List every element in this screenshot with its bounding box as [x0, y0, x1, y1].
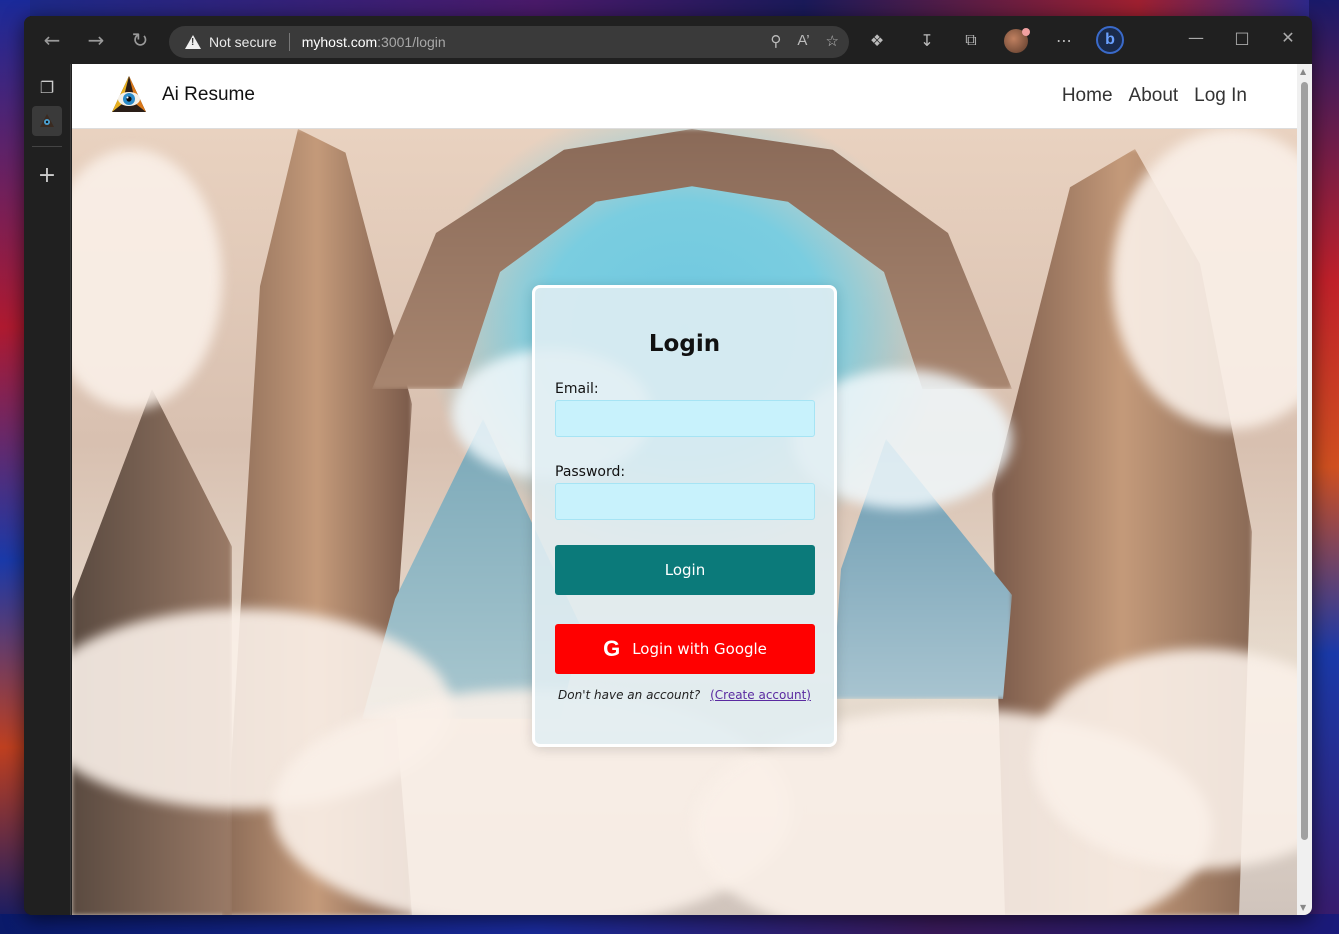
- password-label: Password:: [555, 464, 626, 480]
- google-login-label: Login with Google: [632, 640, 767, 658]
- warning-icon: [185, 35, 201, 49]
- more-options-icon[interactable]: ⋯: [1054, 30, 1074, 50]
- bing-icon[interactable]: b: [1096, 26, 1124, 54]
- back-icon[interactable]: ←: [41, 28, 63, 52]
- signup-prompt: Don't have an account? (Create account): [535, 688, 834, 702]
- google-icon: G: [603, 636, 621, 661]
- sidebar-divider: [32, 146, 62, 147]
- nav-login-link[interactable]: Log In: [1194, 85, 1247, 107]
- google-login-button[interactable]: G Login with Google: [555, 624, 815, 674]
- create-account-link[interactable]: (Create account): [710, 688, 811, 702]
- site-header: Ai Resume Home About Log In: [72, 64, 1297, 129]
- url-host: myhost.com: [301, 34, 378, 50]
- new-tab-icon[interactable]: +: [32, 160, 62, 190]
- email-label: Email:: [555, 381, 599, 397]
- login-card: Login Email: Password: Login G Login wit…: [532, 285, 837, 747]
- refresh-icon[interactable]: ↻: [129, 28, 151, 52]
- url-path: :3001/login: [377, 34, 446, 50]
- address-divider: [288, 33, 290, 51]
- scroll-up-icon[interactable]: ▲: [1300, 67, 1306, 76]
- eye-logo-icon[interactable]: [110, 74, 148, 116]
- downloads-icon[interactable]: ↧: [917, 30, 937, 50]
- eye-logo-icon: [40, 114, 54, 127]
- login-title: Login: [648, 331, 721, 357]
- password-field[interactable]: [555, 483, 815, 520]
- site-brand[interactable]: Ai Resume: [162, 84, 255, 106]
- cloud: [72, 149, 222, 409]
- close-icon[interactable]: ✕: [1276, 28, 1300, 47]
- tab-actions-icon[interactable]: ❐: [32, 72, 62, 102]
- email-field[interactable]: [555, 400, 815, 437]
- nav-home-link[interactable]: Home: [1062, 85, 1113, 107]
- site-nav: Home About Log In: [1062, 85, 1247, 107]
- favorite-add-icon[interactable]: ☆: [826, 32, 839, 50]
- maximize-icon[interactable]: □: [1230, 28, 1254, 47]
- login-button-label: Login: [664, 561, 706, 579]
- no-account-text: Don't have an account?: [558, 688, 701, 702]
- active-tab-favicon[interactable]: [32, 106, 62, 136]
- key-icon[interactable]: ⚲: [770, 32, 781, 50]
- hero-background: Login Email: Password: Login G Login wit…: [72, 129, 1297, 915]
- minimize-icon[interactable]: —: [1184, 28, 1208, 47]
- address-bar[interactable]: Not secure myhost.com:3001/login ⚲ A’ ☆: [169, 26, 849, 58]
- notification-dot: [1022, 28, 1030, 36]
- page-scrollbar[interactable]: ▲ ▼: [1297, 64, 1312, 915]
- collections-icon[interactable]: ⧉: [961, 30, 981, 50]
- extensions-icon[interactable]: ❖: [867, 30, 887, 50]
- login-button[interactable]: Login: [555, 545, 815, 595]
- scroll-down-icon[interactable]: ▼: [1300, 903, 1306, 912]
- browser-window: ← → ↻ Not secure myhost.com:3001/login ⚲…: [24, 16, 1312, 915]
- browser-titlebar: ← → ↻ Not secure myhost.com:3001/login ⚲…: [24, 16, 1312, 64]
- browser-sidebar: ❐ +: [24, 64, 71, 915]
- read-aloud-icon[interactable]: A’: [797, 32, 809, 50]
- security-label[interactable]: Not secure: [209, 34, 277, 50]
- nav-about-link[interactable]: About: [1129, 85, 1179, 107]
- forward-icon[interactable]: →: [85, 28, 107, 52]
- page-viewport: Ai Resume Home About Log In Login Email:…: [72, 64, 1297, 915]
- scrollbar-thumb[interactable]: [1301, 82, 1308, 840]
